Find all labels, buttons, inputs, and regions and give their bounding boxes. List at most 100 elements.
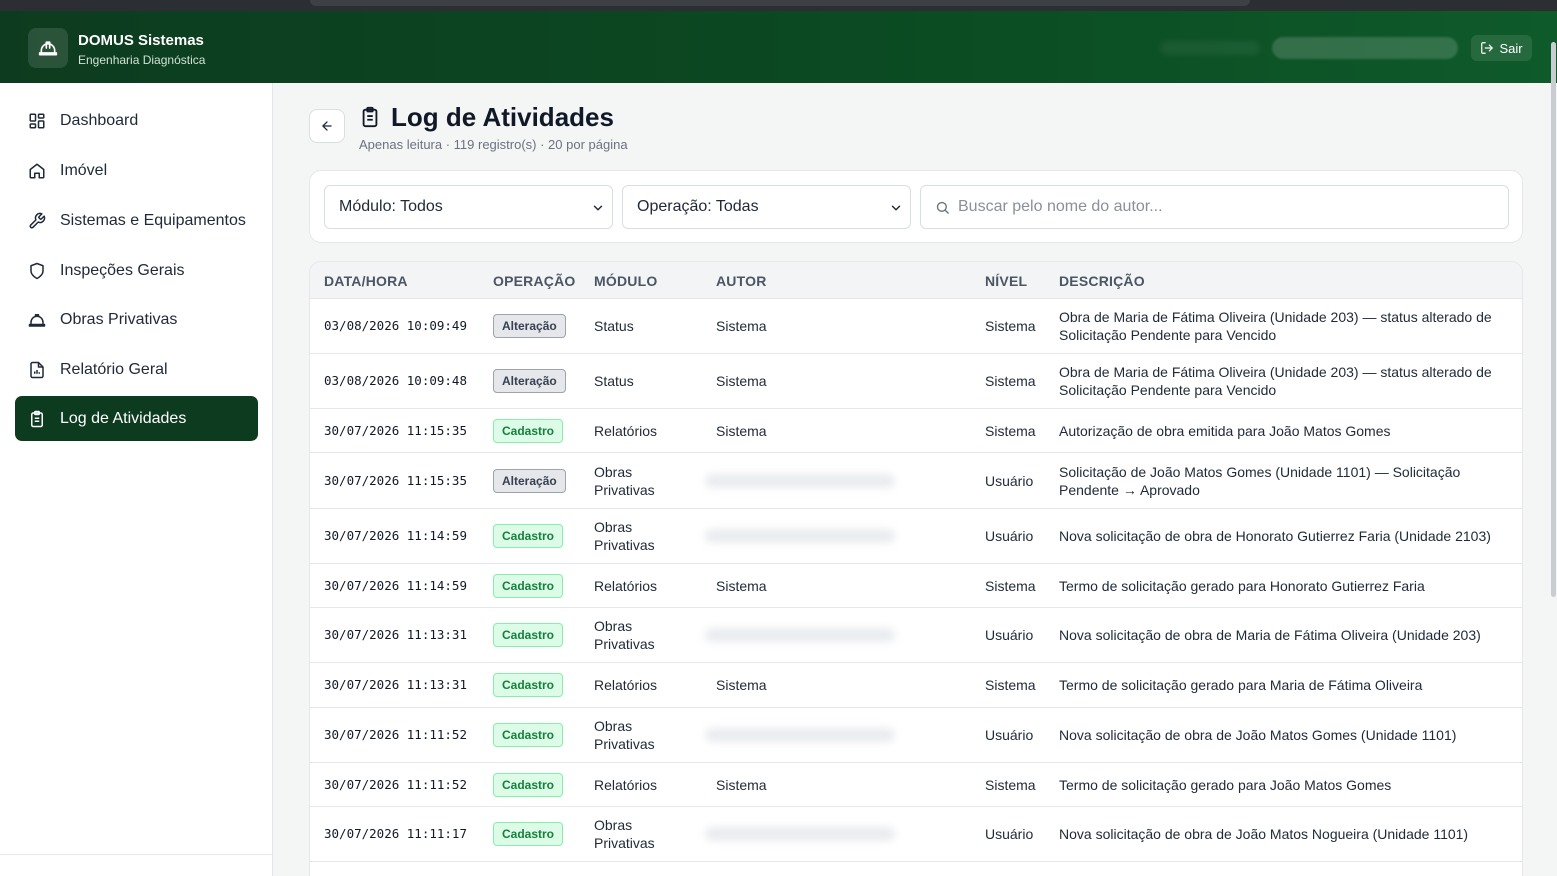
logout-button[interactable]: Sair	[1471, 35, 1532, 61]
author-redacted	[705, 827, 895, 841]
cell-description: Obra de Maria de Fátima Oliveira (Unidad…	[1059, 309, 1492, 343]
clipboard-icon	[31, 410, 43, 427]
cell-description: Autorização de obra emitida para João Ma…	[1059, 422, 1391, 439]
cell-datetime: 30/07/2026 11:13:31	[324, 677, 467, 692]
sidebar-item-log[interactable]: Log de Atividades	[15, 396, 258, 441]
arrow-left-icon	[322, 121, 332, 131]
cell-datetime: 30/07/2026 11:11:52	[324, 776, 467, 792]
sidebar: Dashboard Imóvel Sistemas e Equipamentos…	[0, 83, 273, 876]
cell-module: Relatórios	[594, 422, 658, 439]
page-subtitle: Apenas leitura · 119 registro(s) · 20 po…	[359, 137, 628, 152]
search-icon	[936, 201, 949, 214]
table-row: 30/07/2026 11:13:31 Cadastro Obras Privati…	[310, 608, 1522, 663]
cell-description: Nova solicitação de obra de João Matos N…	[1059, 826, 1469, 842]
header-level[interactable]: NÍVEL	[985, 273, 1027, 289]
cell-module: Obras Privativas	[594, 463, 655, 498]
header-datetime[interactable]: DATA/HORA	[324, 273, 408, 289]
cell-datetime: 30/07/2026 11:14:59	[324, 577, 467, 593]
cell-description: Termo de solicitação gerado para João Ma…	[1059, 776, 1392, 793]
cell-datetime: 30/07/2026 11:11:52	[324, 727, 467, 742]
cell-level: Sistema	[985, 677, 1036, 693]
cell-author: Sistema	[716, 373, 767, 389]
sidebar-item-label: Log de Atividades	[60, 409, 187, 427]
page-title: Log de Atividades	[391, 102, 614, 132]
home-icon	[29, 163, 45, 178]
header-operation[interactable]: OPERAÇÃO	[493, 273, 576, 289]
top-header: DOMUS Sistemas Engenharia Diagnóstica Sa…	[0, 11, 1557, 83]
operation-badge: Cadastro	[493, 723, 564, 747]
sidebar-item-relatorio[interactable]: Relatório Geral	[15, 347, 258, 392]
author-search[interactable]	[920, 185, 1509, 229]
cell-module: Relatórios	[594, 577, 658, 594]
operation-badge: Cadastro	[493, 673, 564, 697]
report-icon	[30, 361, 44, 378]
user-badge-blurred	[1272, 37, 1458, 59]
cell-description: Solicitação de João Matos Gomes (Unidade…	[1059, 463, 1461, 498]
cell-level: Usuário	[985, 627, 1034, 643]
filters-panel: Módulo: Todos Operação: Todas	[309, 170, 1523, 243]
address-bar[interactable]	[310, 0, 1250, 6]
cell-module: Obras Privativas	[594, 817, 655, 851]
sidebar-item-label: Dashboard	[60, 111, 139, 129]
table-row: 30/07/2026 11:14:59 Cadastro Obras Privati…	[310, 509, 1522, 564]
operation-filter-value: Operação: Todas	[637, 198, 759, 215]
cell-datetime: 30/07/2026 11:13:31	[324, 627, 467, 642]
sidebar-item-label: Inspeções Gerais	[60, 261, 185, 279]
wrench-icon	[29, 212, 46, 228]
table-row: 30/07/2026 11:11:52 Cadastro Relatórios Sis…	[310, 763, 1522, 807]
cell-description: Termo de solicitação gerado para Honorat…	[1059, 577, 1425, 594]
cell-level: Usuário	[985, 826, 1034, 842]
sidebar-item-sistemas[interactable]: Sistemas e Equipamentos	[15, 198, 258, 243]
cell-level: Sistema	[985, 318, 1036, 334]
sidebar-item-dashboard[interactable]: Dashboard	[15, 98, 258, 143]
cell-level: Sistema	[985, 577, 1036, 594]
module-filter-select[interactable]: Módulo: Todos	[324, 185, 613, 229]
author-redacted	[705, 628, 895, 642]
clipboard-icon	[359, 105, 381, 134]
cell-level: Usuário	[985, 727, 1034, 743]
cell-datetime: 03/08/2026 10:09:49	[324, 318, 467, 333]
operation-badge: Cadastro	[493, 822, 564, 846]
cell-module: Status	[594, 318, 634, 334]
operation-badge: Alteração	[493, 468, 566, 493]
cell-level: Sistema	[985, 373, 1036, 389]
main-content: Log de Atividades Apenas leitura · 119 r…	[273, 83, 1557, 876]
cell-datetime: 30/07/2026 11:14:59	[324, 528, 467, 543]
page-scrollbar[interactable]	[1551, 42, 1556, 597]
sidebar-item-obras[interactable]: Obras Privativas	[15, 297, 258, 342]
operation-badge: Alteração	[493, 369, 566, 393]
header-author[interactable]: AUTOR	[716, 273, 767, 289]
author-search-input[interactable]	[958, 198, 1498, 216]
cell-level: Usuário	[985, 472, 1034, 489]
operation-badge: Cadastro	[493, 623, 564, 647]
sidebar-item-label: Sistemas e Equipamentos	[60, 211, 246, 229]
cell-level: Sistema	[985, 422, 1036, 439]
author-redacted	[705, 473, 895, 488]
browser-chrome	[0, 0, 1557, 11]
table-row: 30/07/2026 11:14:59 Cadastro Relatórios Sis…	[310, 564, 1522, 608]
author-redacted	[705, 728, 895, 742]
operation-badge: Cadastro	[493, 772, 564, 797]
sidebar-footer	[0, 854, 272, 876]
module-filter-value: Módulo: Todos	[339, 198, 443, 215]
logout-label: Sair	[1499, 40, 1523, 56]
app-name: DOMUS Sistemas	[78, 32, 204, 49]
hardhat-icon	[28, 313, 46, 327]
cell-description: Obra de Maria de Fátima Oliveira (Unidad…	[1059, 364, 1492, 398]
cell-author: Sistema	[716, 677, 767, 693]
table-row: 30/07/2026 11:13:31 Cadastro Relatórios Sis…	[310, 663, 1522, 708]
cell-module: Obras Privativas	[594, 618, 655, 652]
header-module[interactable]: MÓDULO	[594, 273, 657, 289]
sidebar-item-inspecoes[interactable]: Inspeções Gerais	[15, 248, 258, 293]
table-row: 03/08/2026 10:09:48 Alteração Status Sistem…	[310, 354, 1522, 409]
chevron-down-icon	[891, 205, 901, 211]
cell-author: Sistema	[716, 577, 767, 594]
cell-datetime: 03/08/2026 10:09:48	[324, 373, 467, 388]
back-button[interactable]	[309, 109, 345, 143]
operation-filter-select[interactable]: Operação: Todas	[622, 185, 911, 229]
header-description[interactable]: DESCRIÇÃO	[1059, 273, 1145, 289]
cell-author: Sistema	[716, 776, 767, 793]
sidebar-item-imovel[interactable]: Imóvel	[15, 148, 258, 193]
sidebar-item-label: Relatório Geral	[60, 360, 168, 378]
shield-icon	[30, 262, 44, 279]
